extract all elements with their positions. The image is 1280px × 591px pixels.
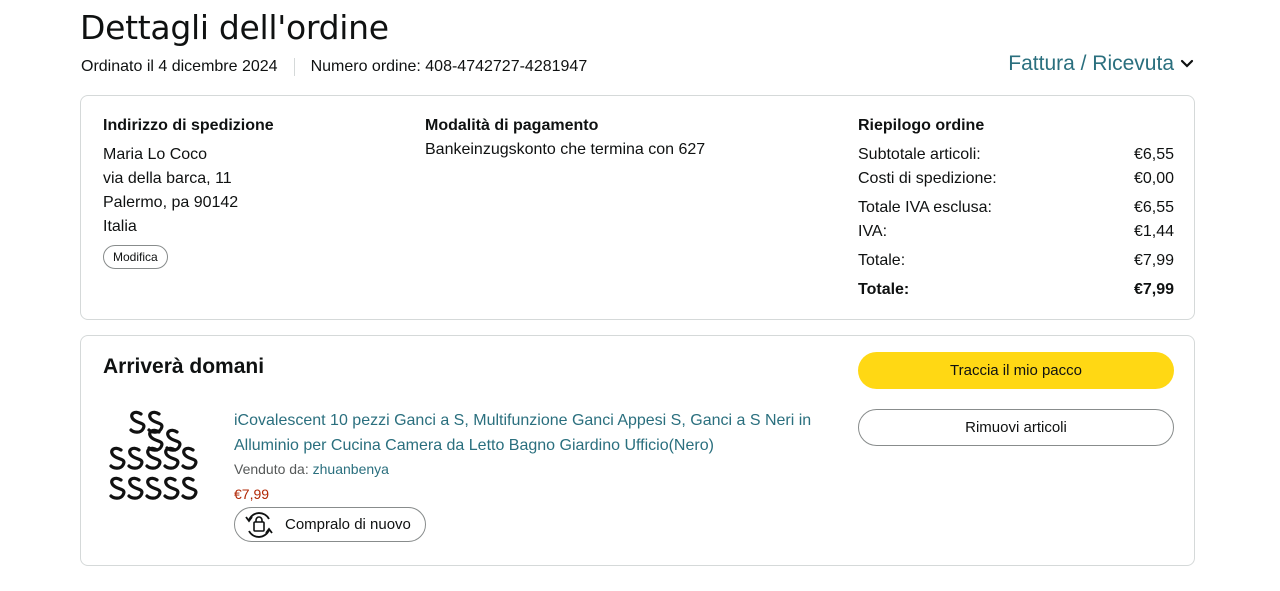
delivery-status: Arriverà domani: [103, 355, 265, 378]
payment-title: Modalità di pagamento: [425, 117, 599, 134]
summary-label: Costi di spedizione:: [858, 170, 997, 187]
summary-total-value: €7,99: [1133, 281, 1174, 298]
summary-value: €1,44: [1133, 223, 1174, 240]
shipping-country: Italia: [103, 218, 137, 235]
summary-label: Totale:: [858, 252, 906, 269]
summary-value: €6,55: [1133, 146, 1174, 163]
invoice-label: Fattura / Ricevuta: [1008, 52, 1174, 75]
shipping-street: via della barca, 11: [103, 170, 232, 187]
order-number: Numero ordine: 408-4742727-4281947: [310, 58, 588, 75]
order-meta: Ordinato il 4 dicembre 2024 Numero ordin…: [81, 58, 587, 76]
product-title-link[interactable]: iCovalescent 10 pezzi Ganci a S, Multifu…: [234, 408, 834, 458]
summary-value: €0,00: [1133, 170, 1174, 187]
sold-by: Venduto da: zhuanbenya: [234, 461, 389, 477]
page-title: Dettagli dell'ordine: [80, 8, 389, 47]
summary-row: Subtotale articoli: €6,55: [858, 146, 1174, 164]
summary-label: Totale IVA esclusa:: [858, 199, 992, 216]
buy-again-icon: [243, 511, 275, 539]
chevron-down-icon: [1180, 59, 1194, 68]
summary-row: Totale IVA esclusa: €6,55: [858, 199, 1174, 217]
product-price: €7,99: [234, 486, 270, 502]
invoice-dropdown[interactable]: Fattura / Ricevuta: [1008, 52, 1194, 76]
summary-label: Subtotale articoli:: [858, 146, 981, 163]
divider: [293, 58, 295, 76]
summary-row: Costi di spedizione: €0,00: [858, 170, 1174, 188]
summary-row: IVA: €1,44: [858, 223, 1174, 241]
order-info-card: Indirizzo di spedizione Maria Lo Coco vi…: [80, 95, 1195, 320]
buy-again-label: Compralo di nuovo: [285, 516, 411, 533]
summary-total-row: Totale: €7,99: [858, 281, 1174, 299]
summary-title: Riepilogo ordine: [858, 117, 985, 134]
sold-by-label: Venduto da:: [234, 461, 309, 477]
shipping-name: Maria Lo Coco: [103, 146, 208, 163]
edit-address-button[interactable]: Modifica: [103, 245, 168, 269]
summary-value: €6,55: [1133, 199, 1174, 216]
shipment-card: Arriverà domani iCovalescent 10 pezzi Ga…: [80, 335, 1195, 566]
track-package-button[interactable]: Traccia il mio pacco: [858, 352, 1174, 389]
payment-method: Bankeinzugskonto che termina con 627: [425, 141, 706, 158]
shipping-title: Indirizzo di spedizione: [103, 117, 274, 134]
summary-total-label: Totale:: [858, 281, 910, 298]
seller-link[interactable]: zhuanbenya: [313, 461, 389, 477]
order-date: Ordinato il 4 dicembre 2024: [81, 58, 278, 75]
product-image[interactable]: [107, 406, 217, 516]
summary-label: IVA:: [858, 223, 888, 240]
summary-row: Totale: €7,99: [858, 252, 1174, 270]
remove-items-button[interactable]: Rimuovi articoli: [858, 409, 1174, 446]
buy-again-button[interactable]: Compralo di nuovo: [234, 507, 426, 542]
shipping-city: Palermo, pa 90142: [103, 194, 239, 211]
summary-value: €7,99: [1133, 252, 1174, 269]
